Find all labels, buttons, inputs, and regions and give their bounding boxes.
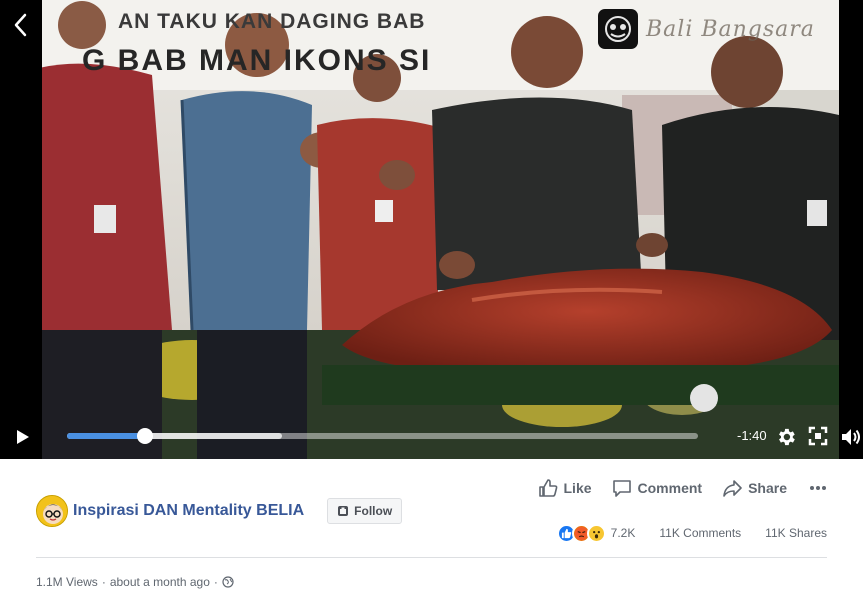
chevron-left-icon bbox=[14, 13, 27, 37]
watermark-logo-icon bbox=[598, 9, 638, 49]
globe-icon[interactable] bbox=[222, 576, 234, 588]
follow-label: Follow bbox=[354, 504, 393, 518]
watermark-text: Bali Bangsara bbox=[646, 16, 815, 42]
time-remaining: -1:40 bbox=[737, 428, 767, 443]
volume-button[interactable] bbox=[840, 426, 862, 448]
separator-dot-2: · bbox=[213, 575, 218, 589]
settings-button[interactable] bbox=[775, 426, 797, 448]
shares-count-link[interactable]: 11K Shares bbox=[765, 526, 827, 540]
post-stats: 7.2K 11K Comments 11K Shares bbox=[556, 522, 827, 544]
view-count: 1.1M Views bbox=[36, 575, 98, 589]
fullscreen-button[interactable] bbox=[808, 426, 830, 448]
more-options-button[interactable] bbox=[809, 485, 827, 491]
divider bbox=[36, 557, 827, 558]
progress-scrubber-handle[interactable] bbox=[136, 428, 153, 444]
video-frame[interactable]: AN TAKU KAN DAGING BAB G BAB MAN IKONS S… bbox=[42, 0, 839, 459]
like-button[interactable]: Like bbox=[538, 478, 592, 498]
share-icon bbox=[723, 480, 742, 497]
comment-icon bbox=[612, 480, 631, 497]
like-label: Like bbox=[563, 480, 592, 496]
reactions-summary[interactable] bbox=[556, 523, 606, 543]
volume-icon bbox=[842, 429, 860, 445]
follow-button[interactable]: Follow bbox=[327, 498, 403, 524]
gear-icon bbox=[779, 428, 795, 446]
post-actions: Like Comment Share bbox=[518, 477, 828, 499]
share-label: Share bbox=[748, 480, 787, 496]
banner-text-line1: AN TAKU KAN DAGING BAB bbox=[118, 10, 426, 33]
page-avatar[interactable] bbox=[36, 495, 68, 527]
more-dots-icon bbox=[810, 486, 826, 490]
banner-text-line2: G BAB MAN IKONS SI bbox=[82, 44, 432, 77]
comments-count-link[interactable]: 11K Comments bbox=[659, 526, 741, 540]
page-header: Inspirasi DAN Mentality BELIA Follow bbox=[36, 495, 403, 527]
thumbs-up-icon bbox=[538, 479, 557, 497]
play-icon bbox=[17, 430, 29, 444]
video-player[interactable]: AN TAKU KAN DAGING BAB G BAB MAN IKONS S… bbox=[0, 0, 863, 459]
reactions-count[interactable]: 7.2K bbox=[611, 526, 636, 540]
page-name-link[interactable]: Inspirasi DAN Mentality BELIA bbox=[73, 502, 304, 520]
video-controls: -1:40 bbox=[0, 418, 863, 456]
post-time-link[interactable]: about a month ago bbox=[110, 575, 210, 589]
channel-watermark: Bali Bangsara bbox=[598, 8, 815, 50]
wow-reaction-icon bbox=[586, 523, 606, 543]
back-button[interactable] bbox=[8, 10, 32, 40]
post-meta: 1.1M Views · about a month ago · bbox=[36, 575, 234, 589]
separator-dot: · bbox=[101, 575, 106, 589]
share-button[interactable]: Share bbox=[722, 478, 787, 498]
follow-rss-icon bbox=[338, 506, 349, 516]
play-button[interactable] bbox=[12, 427, 32, 447]
progress-bar[interactable] bbox=[67, 428, 698, 444]
comment-button[interactable]: Comment bbox=[612, 478, 703, 498]
progress-played bbox=[67, 433, 145, 439]
comment-label: Comment bbox=[637, 480, 703, 496]
avatar-icon bbox=[37, 496, 67, 526]
fullscreen-icon bbox=[808, 426, 828, 446]
